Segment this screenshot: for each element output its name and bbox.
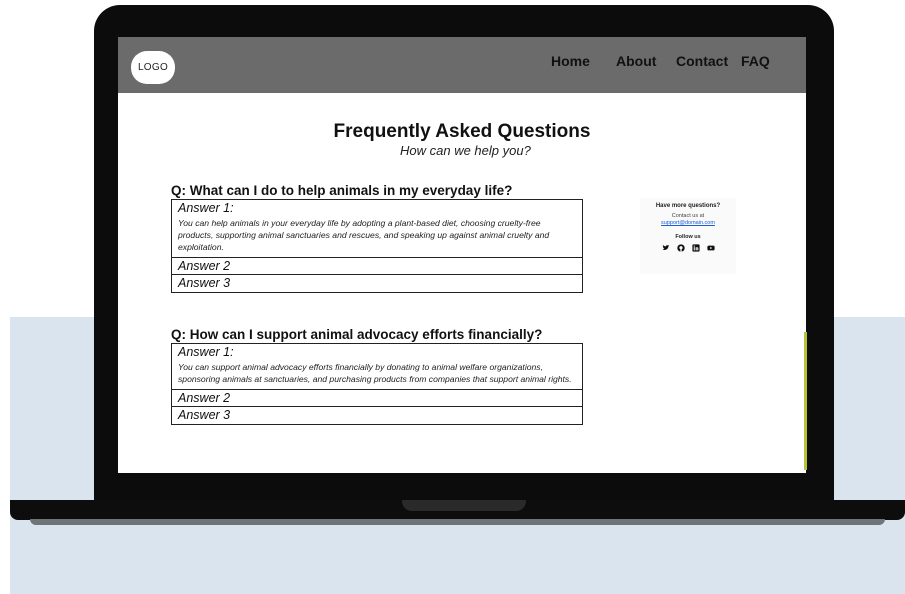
answer-1-title: Answer 1: — [178, 201, 234, 215]
github-icon[interactable] — [676, 244, 685, 252]
contact-email-link[interactable]: support@domain.com — [640, 220, 736, 226]
laptop-notch — [402, 500, 526, 511]
faq-question-1[interactable]: Q: What can I do to help animals in my e… — [171, 183, 512, 198]
answer-3-row[interactable]: Answer 3 — [172, 275, 582, 292]
faq-answers-1: Answer 1: You can help animals in your e… — [171, 199, 583, 293]
answer-2-row[interactable]: Answer 2 — [172, 390, 582, 407]
page-subtitle: How can we help you? — [400, 143, 531, 158]
answer-1-text: You can help animals in your everyday li… — [178, 218, 550, 252]
follow-label: Follow us — [675, 234, 701, 240]
twitter-icon[interactable] — [662, 244, 670, 252]
laptop-base-shadow — [30, 519, 885, 525]
contact-card: Have more questions? Contact us at suppo… — [640, 198, 736, 274]
logo[interactable]: LOGO — [131, 51, 175, 84]
nav-link-contact[interactable]: Contact — [676, 53, 728, 69]
nav-link-home[interactable]: Home — [551, 53, 590, 69]
laptop-screen: LOGO Home About Contact FAQ Frequently A… — [118, 37, 806, 473]
youtube-icon[interactable] — [706, 244, 715, 252]
nav-link-faq[interactable]: FAQ — [741, 53, 770, 69]
faq-question-2[interactable]: Q: How can I support animal advocacy eff… — [171, 327, 542, 342]
answer-3-row[interactable]: Answer 3 — [172, 407, 582, 424]
answer-1-title: Answer 1: — [178, 345, 234, 359]
screen-edge-accent — [804, 332, 807, 470]
nav-link-about[interactable]: About — [616, 53, 656, 69]
social-icons — [640, 244, 736, 252]
answer-1-expanded[interactable]: Answer 1: You can help animals in your e… — [172, 200, 582, 258]
navbar: LOGO Home About Contact FAQ — [118, 37, 806, 93]
contact-text: Contact us at — [671, 213, 705, 219]
answer-1-text: You can support animal advocacy efforts … — [178, 362, 572, 384]
answer-2-row[interactable]: Answer 2 — [172, 258, 582, 275]
contact-heading: Have more questions? — [655, 203, 721, 209]
faq-answers-2: Answer 1: You can support animal advocac… — [171, 343, 583, 425]
linkedin-icon[interactable] — [691, 244, 700, 252]
answer-1-expanded[interactable]: Answer 1: You can support animal advocac… — [172, 344, 582, 390]
page-title: Frequently Asked Questions — [333, 121, 591, 142]
